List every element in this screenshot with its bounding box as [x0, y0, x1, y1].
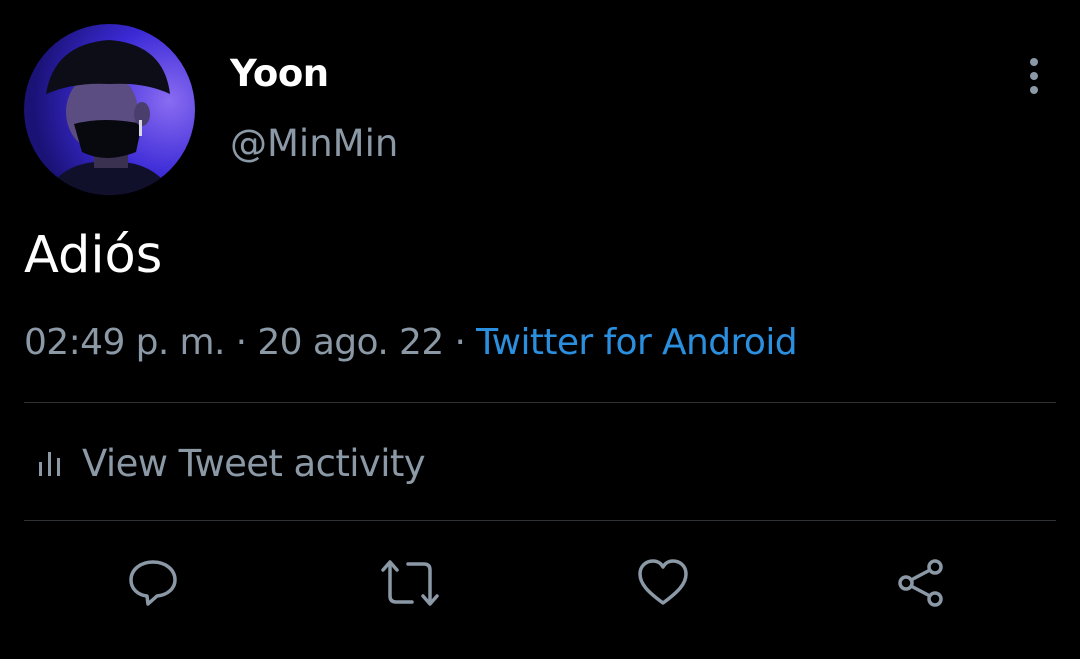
comment-icon — [129, 560, 177, 606]
view-tweet-activity-label: View Tweet activity — [82, 441, 426, 485]
share-button[interactable] — [894, 556, 948, 610]
tweet-time: 02:49 p. m. — [24, 322, 225, 363]
more-vertical-icon-dot — [1030, 86, 1038, 94]
share-icon — [898, 559, 943, 607]
like-button[interactable] — [636, 556, 690, 610]
more-options-button[interactable] — [1012, 54, 1056, 98]
more-vertical-icon — [1030, 58, 1038, 66]
view-tweet-activity-button[interactable]: View Tweet activity — [24, 440, 426, 486]
avatar[interactable] — [24, 24, 195, 195]
tweet-source-link[interactable]: Twitter for Android — [476, 322, 797, 363]
avatar-photo — [24, 24, 195, 195]
divider — [24, 402, 1056, 403]
retweet-icon — [381, 560, 439, 606]
author-display-name[interactable]: Yoon — [230, 52, 329, 95]
retweet-button[interactable] — [380, 556, 439, 610]
bar-chart-icon — [39, 452, 60, 476]
divider — [24, 520, 1056, 521]
author-handle[interactable]: @MinMin — [230, 122, 398, 165]
tweet-date: 20 ago. 22 — [257, 322, 444, 363]
tweet-text: Adiós — [24, 226, 163, 285]
reply-button[interactable] — [126, 556, 180, 610]
heart-icon — [638, 559, 688, 605]
meta-separator: · — [443, 322, 477, 363]
tweet-meta: 02:49 p. m. · 20 ago. 22 · Twitter for A… — [24, 322, 798, 363]
more-vertical-icon-dot — [1030, 72, 1038, 80]
meta-separator: · — [224, 322, 258, 363]
